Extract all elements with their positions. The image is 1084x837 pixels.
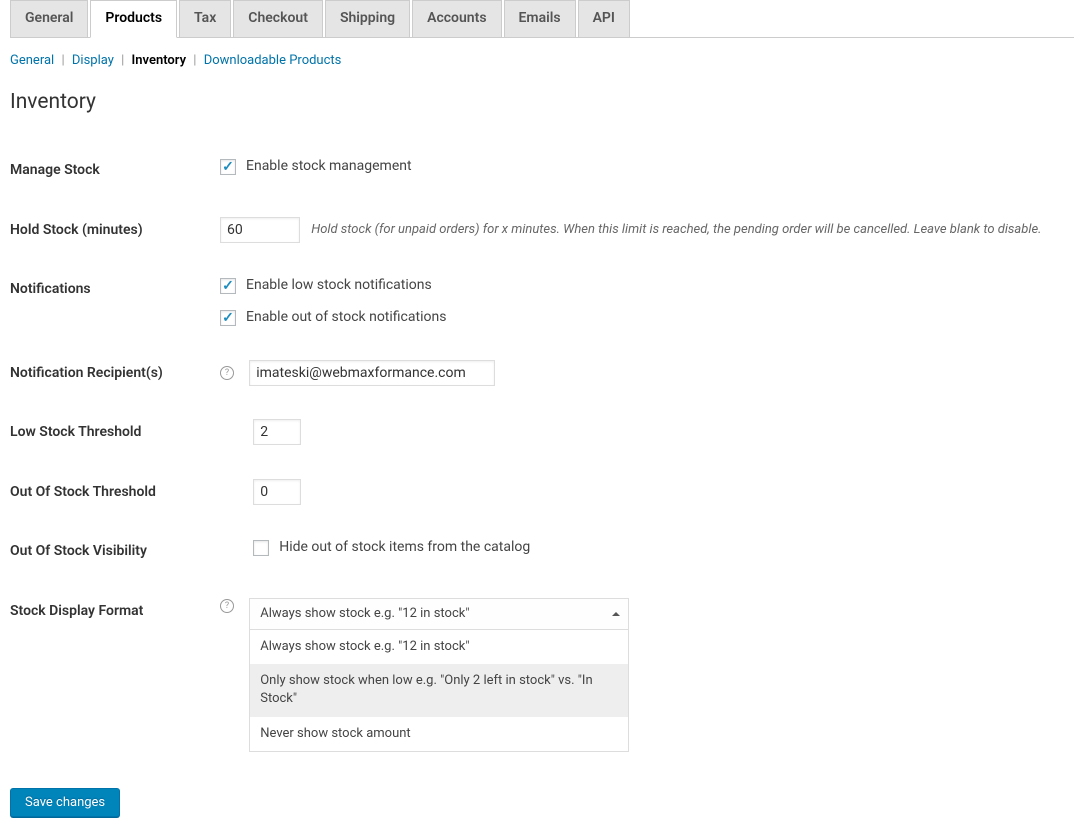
hold-stock-description: Hold stock (for unpaid orders) for x min… <box>311 222 1041 237</box>
hide-out-of-stock-checkbox[interactable]: Hide out of stock items from the catalog <box>253 538 530 558</box>
checkbox-icon <box>220 159 236 175</box>
subtab-general[interactable]: General <box>10 53 54 68</box>
checkbox-icon <box>220 310 236 326</box>
subtab-inventory[interactable]: Inventory <box>132 53 187 68</box>
label-low-threshold: Low Stock Threshold <box>10 403 220 463</box>
checkbox-text: Hide out of stock items from the catalog <box>279 538 530 558</box>
checkbox-icon <box>253 540 269 556</box>
select-option[interactable]: Always show stock e.g. "12 in stock" <box>250 630 628 664</box>
select-current-value[interactable]: Always show stock e.g. "12 in stock" <box>250 599 628 630</box>
tab-emails[interactable]: Emails <box>504 0 576 38</box>
checkbox-text: Enable low stock notifications <box>246 276 432 296</box>
checkbox-icon <box>220 278 236 294</box>
label-hold-stock: Hold Stock (minutes) <box>10 201 220 261</box>
label-out-visibility: Out Of Stock Visibility <box>10 522 220 582</box>
save-changes-button[interactable]: Save changes <box>10 788 120 817</box>
select-dropdown: Always show stock e.g. "12 in stock" Onl… <box>250 630 628 751</box>
checkbox-text: Enable out of stock notifications <box>246 308 446 328</box>
low-stock-threshold-input[interactable] <box>253 419 301 445</box>
label-notifications: Notifications <box>10 260 220 343</box>
subtab-downloadable[interactable]: Downloadable Products <box>204 53 342 68</box>
help-icon[interactable]: ? <box>220 599 234 613</box>
help-icon[interactable]: ? <box>220 366 234 380</box>
out-of-stock-notification-checkbox[interactable]: Enable out of stock notifications <box>220 308 1074 328</box>
label-display-format: Stock Display Format <box>10 582 220 768</box>
tab-products[interactable]: Products <box>90 0 177 38</box>
page-title: Inventory <box>10 88 1074 117</box>
label-recipients: Notification Recipient(s) <box>10 344 220 404</box>
tab-checkout[interactable]: Checkout <box>233 0 323 38</box>
select-option[interactable]: Only show stock when low e.g. "Only 2 le… <box>250 664 628 716</box>
sub-tabs: General | Display | Inventory | Download… <box>10 52 1074 70</box>
low-stock-notification-checkbox[interactable]: Enable low stock notifications <box>220 276 1074 296</box>
stock-display-format-select[interactable]: Always show stock e.g. "12 in stock" Alw… <box>249 598 629 752</box>
enable-stock-management-checkbox[interactable]: Enable stock management <box>220 157 1074 177</box>
label-out-threshold: Out Of Stock Threshold <box>10 463 220 523</box>
tab-tax[interactable]: Tax <box>179 0 231 38</box>
select-option[interactable]: Never show stock amount <box>250 717 628 751</box>
caret-up-icon <box>612 612 620 616</box>
tab-shipping[interactable]: Shipping <box>325 0 410 38</box>
checkbox-text: Enable stock management <box>246 157 412 177</box>
label-manage-stock: Manage Stock <box>10 141 220 201</box>
notification-recipient-input[interactable] <box>249 360 495 386</box>
tab-general[interactable]: General <box>10 0 88 38</box>
tab-api[interactable]: API <box>578 0 630 38</box>
tab-accounts[interactable]: Accounts <box>412 0 501 38</box>
out-of-stock-threshold-input[interactable] <box>253 479 301 505</box>
main-tabs: General Products Tax Checkout Shipping A… <box>10 0 1074 38</box>
subtab-display[interactable]: Display <box>72 53 114 68</box>
hold-stock-input[interactable] <box>220 217 300 243</box>
